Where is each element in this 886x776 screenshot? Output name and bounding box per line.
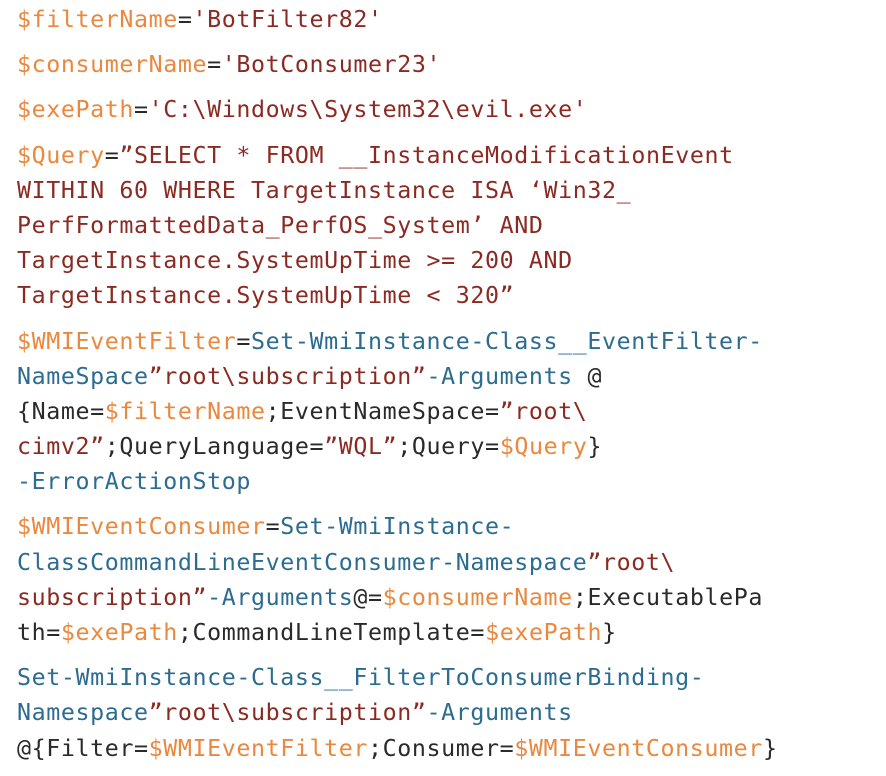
variable-token: $WMIEventFilter: [148, 734, 369, 762]
code-line: $filterName='BotFilter82': [17, 2, 886, 37]
code-statement-consumer-name: $consumerName='BotConsumer23': [17, 47, 886, 82]
code-statement-wmi-event-consumer: $WMIEventConsumer=Set-WmiInstance- ClassC…: [17, 509, 886, 650]
cmdlet-token: Set-WmiInstance-Class__EventFilter-: [251, 327, 763, 355]
text-token: }: [762, 734, 778, 762]
cmdlet-token: NameSpace: [17, 362, 149, 390]
text-token: =: [236, 327, 252, 355]
text-token: ;Consumer=: [368, 734, 515, 762]
text-token: }: [602, 619, 617, 646]
variable-token: $consumerName: [17, 51, 208, 79]
string-token: 'C:\Windows\System32\evil.exe': [148, 96, 588, 124]
code-line: PerfFormattedData_PerfOS_System’ AND: [17, 208, 886, 243]
code-line: @{Filter=$WMIEventFilter;Consumer=$WMIEv…: [17, 731, 886, 766]
text-token: ;CommandLineTemplate=: [177, 619, 486, 646]
text-token: }: [587, 433, 603, 461]
code-statement-query: $Query=”SELECT * FROM __InstanceModifica…: [17, 138, 886, 314]
code-statement-exe-path: $exePath='C:\Windows\System32\evil.exe': [17, 92, 886, 127]
code-statement-filter-name: $filterName='BotFilter82': [17, 2, 886, 37]
string-token: ”root\: [587, 548, 676, 576]
text-token: =: [265, 513, 281, 541]
variable-token: $filterName: [104, 397, 266, 425]
code-statement-wmi-event-filter: $WMIEventFilter=Set-WmiInstance-Class__E…: [17, 324, 886, 500]
code-line: TargetInstance.SystemUpTime >= 200 AND: [17, 243, 886, 278]
code-line: th=$exePath;CommandLineTemplate=$exePath…: [17, 615, 886, 650]
cmdlet-token: Set-WmiInstance-: [280, 513, 515, 541]
code-line: NameSpace”root\subscription”-Arguments @: [17, 359, 886, 394]
cmdlet-token: -Arguments: [207, 583, 354, 611]
string-token: ”root\: [499, 397, 588, 425]
string-token: WITHIN 60 WHERE TargetInstance ISA ‘Win3…: [17, 176, 632, 204]
variable-token: $filterName: [17, 6, 178, 33]
variable-token: $exePath: [17, 96, 135, 124]
code-line: cimv2”;QueryLanguage=”WQL”;Query=$Query}: [17, 429, 886, 464]
text-token: ;EventNameSpace=: [265, 397, 500, 425]
code-line: $consumerName='BotConsumer23': [17, 47, 886, 82]
code-line: ClassCommandLineEventConsumer-Namespace”…: [17, 545, 886, 580]
code-line: WITHIN 60 WHERE TargetInstance ISA ‘Win3…: [17, 173, 886, 208]
text-token: ;QueryLanguage=: [104, 433, 325, 461]
code-line: -ErrorActionStop: [17, 464, 886, 499]
code-line: {Name=$filterName;EventNameSpace=”root\: [17, 394, 886, 429]
cmdlet-token: Namespace: [17, 699, 149, 727]
code-line: $exePath='C:\Windows\System32\evil.exe': [17, 92, 886, 127]
variable-token: $WMIEventFilter: [17, 327, 237, 355]
code-statement-filter-to-consumer-binding: Set-WmiInstance-Class__FilterToConsumerB…: [17, 660, 886, 766]
variable-token: $Query: [17, 141, 105, 169]
code-line: subscription”-Arguments@=$consumerName;E…: [17, 580, 886, 615]
code-line: $Query=”SELECT * FROM __InstanceModifica…: [17, 138, 886, 173]
code-line: $WMIEventFilter=Set-WmiInstance-Class__E…: [17, 324, 886, 359]
code-line: Set-WmiInstance-Class__FilterToConsumerB…: [17, 660, 886, 695]
variable-token: $exePath: [485, 619, 603, 646]
variable-token: $consumerName: [382, 583, 573, 611]
code-line: $WMIEventConsumer=Set-WmiInstance-: [17, 509, 886, 544]
text-token: @{Filter=: [17, 734, 149, 762]
string-token: ”WQL”: [324, 433, 398, 461]
text-token: ;ExecutablePa: [572, 583, 763, 611]
cmdlet-token: -ErrorActionStop: [17, 468, 252, 496]
text-token: th=: [17, 619, 61, 646]
text-token: =: [104, 141, 120, 169]
variable-token: $exePath: [60, 619, 178, 646]
string-token: ”root\subscription”: [148, 699, 427, 727]
cmdlet-token: Set-WmiInstance-Class__FilterToConsumerB…: [17, 664, 705, 692]
variable-token: $WMIEventConsumer: [17, 513, 266, 541]
string-token: TargetInstance.SystemUpTime < 320”: [17, 282, 515, 310]
string-token: PerfFormattedData_PerfOS_System’ AND: [17, 211, 544, 239]
text-token: =: [207, 51, 222, 79]
text-token: =: [177, 6, 193, 33]
cmdlet-token: -Arguments: [426, 362, 588, 390]
powershell-code-block: $filterName='BotFilter82' $consumerName='…: [0, 0, 886, 776]
text-token: ;Query=: [397, 433, 500, 461]
string-token: cimv2”: [17, 433, 105, 461]
cmdlet-token: -Arguments: [426, 699, 573, 727]
cmdlet-token: ClassCommandLineEventConsumer-Namespace: [17, 548, 588, 576]
text-token: @=: [353, 583, 383, 611]
string-token: subscription”: [17, 583, 208, 611]
string-token: 'BotConsumer23': [221, 51, 442, 79]
string-token: 'BotFilter82': [192, 6, 383, 33]
text-token: {Name=: [17, 397, 105, 425]
code-line: Namespace”root\subscription”-Arguments: [17, 695, 886, 730]
text-token: =: [134, 96, 149, 124]
text-token: @: [587, 362, 603, 390]
variable-token: $Query: [499, 433, 588, 461]
string-token: TargetInstance.SystemUpTime >= 200 AND: [17, 247, 573, 275]
string-token: ”root\subscription”: [148, 362, 427, 390]
string-token: ”SELECT * FROM __InstanceModificationEve…: [119, 141, 734, 169]
variable-token: $WMIEventConsumer: [514, 734, 763, 762]
code-line: TargetInstance.SystemUpTime < 320”: [17, 278, 886, 313]
